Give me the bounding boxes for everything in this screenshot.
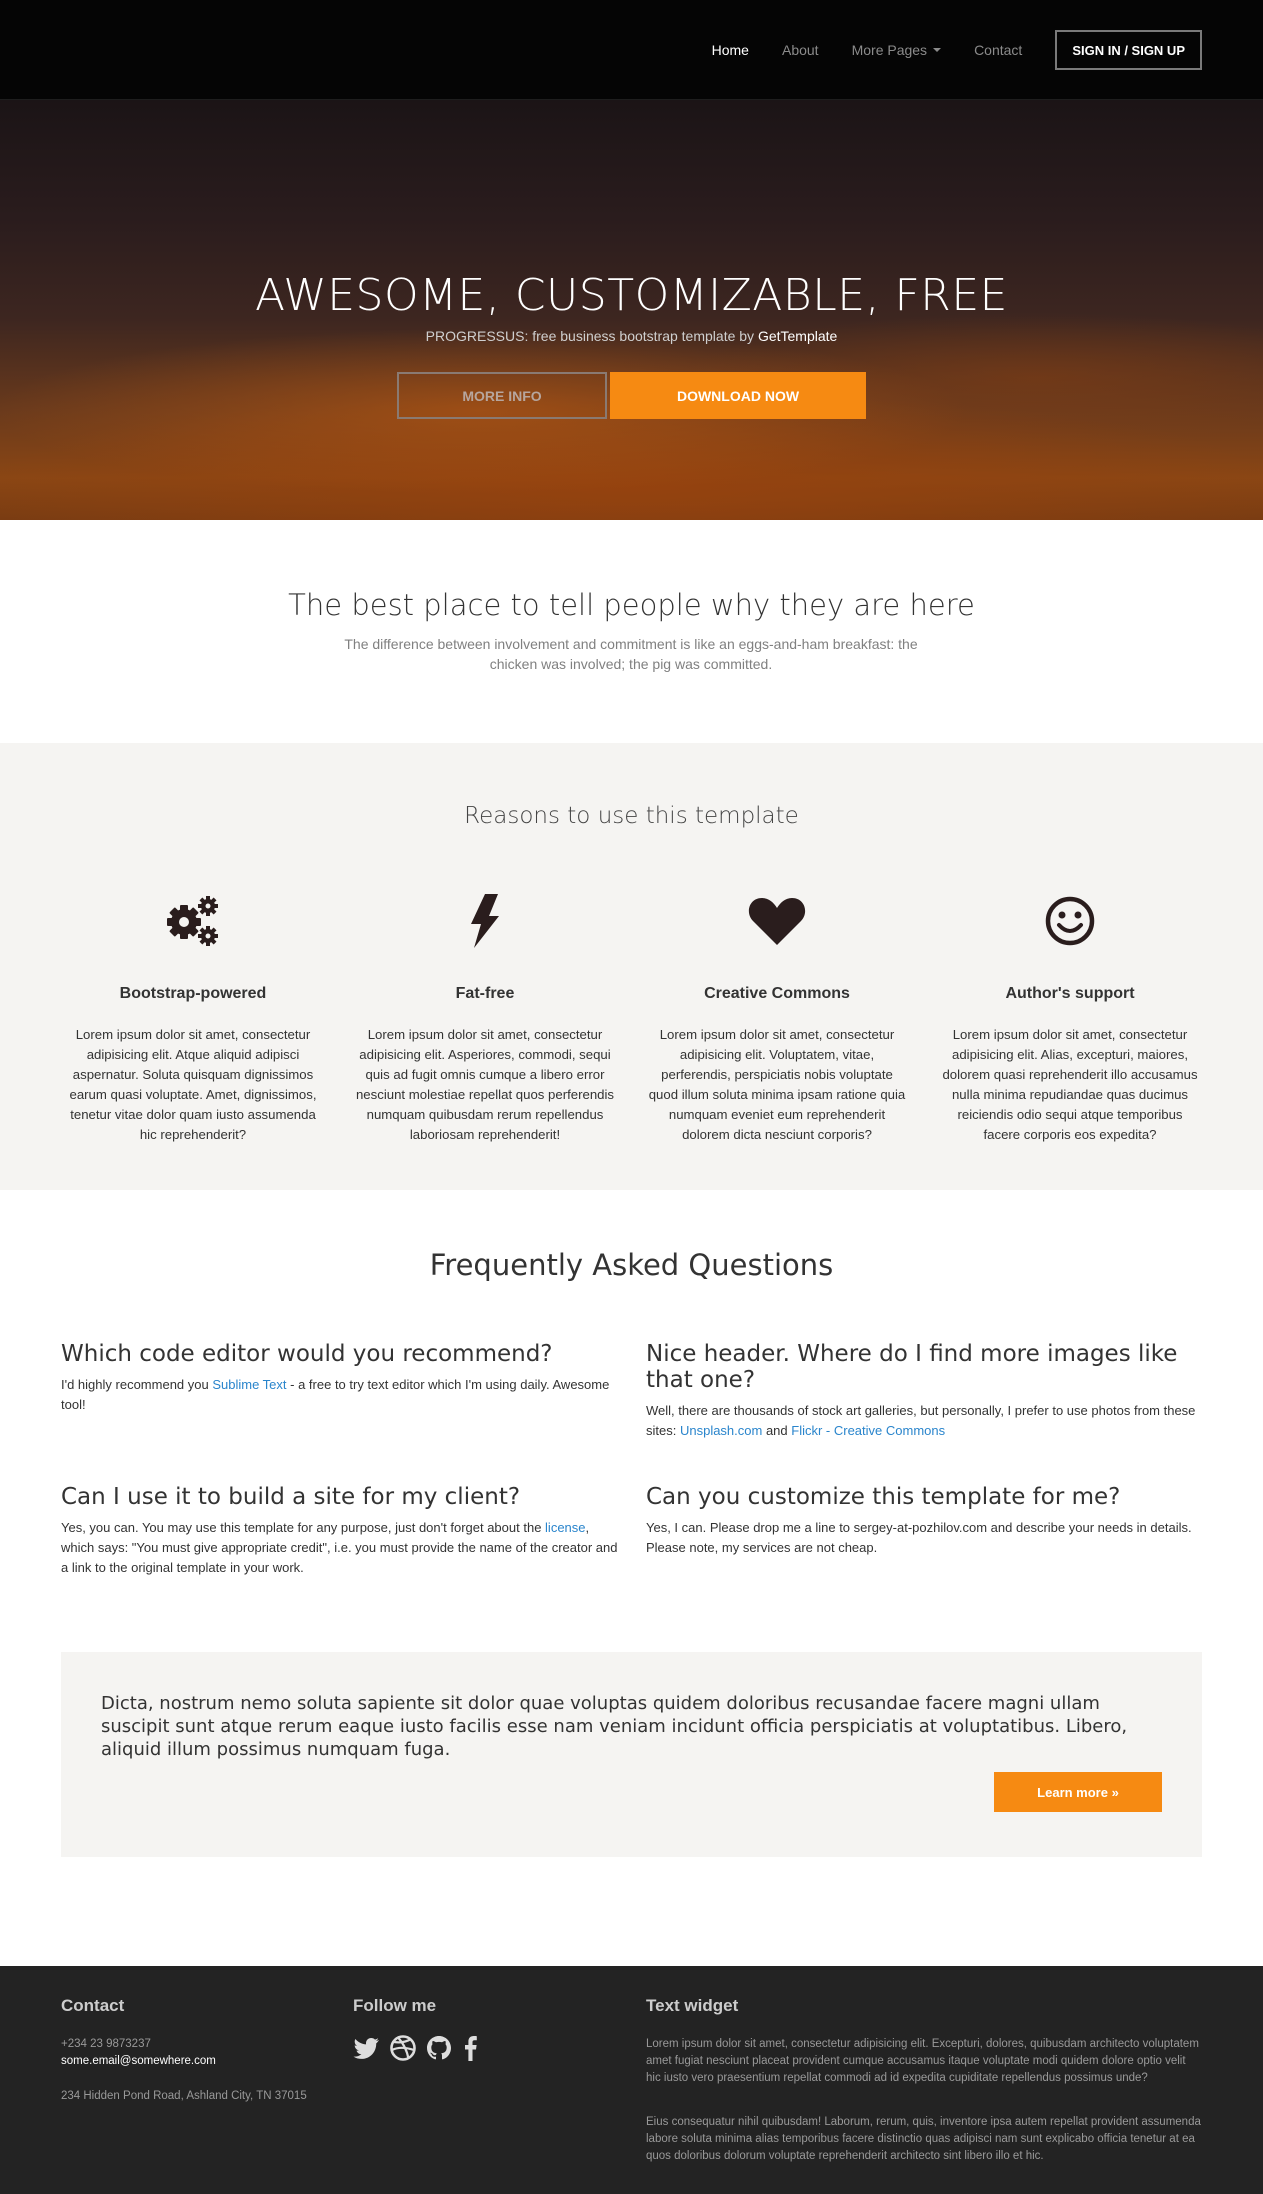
hero-title: AWESOME, CUSTOMIZABLE, FREE: [255, 270, 1008, 321]
feature-title: Creative Commons: [704, 985, 850, 1002]
faq-answer: Yes, you can. You may use this template …: [61, 1518, 621, 1578]
feature-text: Lorem ipsum dolor sit amet, consectetur …: [69, 1027, 317, 1142]
facebook-icon[interactable]: [461, 2034, 479, 2062]
footer-follow-title: Follow me: [353, 1996, 437, 2015]
download-now-button[interactable]: DOWNLOAD NOW: [610, 372, 866, 419]
hero-subtitle: PROGRESSUS: free business bootstrap temp…: [0, 328, 1263, 344]
feature-title: Author's support: [1005, 985, 1135, 1002]
reasons-section: Reasons to use this template Bootstrap-p…: [0, 743, 1263, 1190]
callout-box: Dicta, nostrum nemo soluta sapiente sit …: [61, 1652, 1202, 1857]
feature-creative-commons: Creative Commons Lorem ipsum dolor sit a…: [646, 891, 908, 1145]
reasons-title: Reasons to use this template: [464, 803, 799, 829]
faq-question: Which code editor would you recommend?: [61, 1341, 553, 1367]
more-info-button[interactable]: MORE INFO: [397, 372, 607, 419]
footer-widget-text: Lorem ipsum dolor sit amet, consectetur …: [646, 2038, 1199, 2084]
faq-answer-text: I'd highly recommend you: [61, 1377, 213, 1392]
feature-title: Bootstrap-powered: [119, 985, 267, 1002]
faq-item-header-images: Nice header. Where do I find more images…: [646, 1341, 1206, 1441]
hero-banner: AWESOME, CUSTOMIZABLE, FREE PROGRESSUS: …: [0, 100, 1263, 520]
license-link[interactable]: license: [545, 1520, 585, 1535]
gears-icon: [62, 891, 324, 951]
footer: Contact +234 23 9873237 some.email@somew…: [0, 1966, 1263, 2194]
faq-answer-text: and: [762, 1423, 792, 1438]
sign-in-button[interactable]: SIGN IN / SIGN UP: [1055, 30, 1202, 70]
sublime-text-link[interactable]: Sublime Text: [212, 1377, 286, 1392]
bolt-icon: [354, 891, 616, 951]
feature-fat-free: Fat-free Lorem ipsum dolor sit amet, con…: [354, 891, 616, 1145]
footer-widget-title: Text widget: [646, 1996, 739, 2015]
navbar: Home About More Pages Contact SIGN IN / …: [0, 0, 1263, 100]
nav-item-about[interactable]: About: [782, 42, 819, 58]
flickr-link[interactable]: Flickr - Creative Commons: [791, 1423, 945, 1438]
nav-item-home[interactable]: Home: [712, 42, 749, 58]
feature-text: Lorem ipsum dolor sit amet, consectetur …: [355, 1027, 615, 1142]
feature-bootstrap: Bootstrap-powered Lorem ipsum dolor sit …: [62, 891, 324, 1145]
faq-answer: Yes, I can. Please drop me a line to ser…: [646, 1520, 1192, 1555]
hero-subtitle-brand[interactable]: GetTemplate: [758, 328, 837, 344]
faq-answer: I'd highly recommend you Sublime Text - …: [61, 1375, 621, 1415]
feature-text: Lorem ipsum dolor sit amet, consectetur …: [648, 1027, 906, 1142]
faq-item-code-editor: Which code editor would you recommend? I…: [61, 1341, 621, 1415]
faq-question: Nice header. Where do I find more images…: [646, 1341, 1178, 1393]
feature-text: Lorem ipsum dolor sit amet, consectetur …: [942, 1027, 1198, 1142]
faq-answer-text: Yes, you can. You may use this template …: [61, 1520, 546, 1535]
nav-item-more-pages[interactable]: More Pages: [851, 42, 942, 58]
faq-item-customize: Can you customize this template for me? …: [646, 1484, 1206, 1558]
footer-email[interactable]: some.email@somewhere.com: [61, 2053, 216, 2070]
callout-text: Dicta, nostrum nemo soluta sapiente sit …: [101, 1693, 1128, 1760]
dribbble-icon[interactable]: [389, 2034, 417, 2062]
footer-phone: +234 23 9873237: [61, 2038, 151, 2050]
heart-icon: [646, 891, 908, 951]
tagline-text: The difference between involvement and c…: [344, 636, 918, 672]
footer-address: 234 Hidden Pond Road, Ashland City, TN 3…: [61, 2090, 307, 2102]
github-icon[interactable]: [425, 2034, 453, 2062]
nav-menu: Home About More Pages Contact SIGN IN / …: [712, 30, 1202, 70]
learn-more-button[interactable]: Learn more »: [994, 1772, 1162, 1812]
social-icons: [353, 2034, 479, 2062]
twitter-icon[interactable]: [353, 2034, 381, 2062]
nav-item-more-pages-label: More Pages: [851, 42, 928, 58]
smile-icon: [939, 891, 1201, 951]
faq-answer: Well, there are thousands of stock art g…: [646, 1401, 1206, 1441]
faq-question: Can you customize this template for me?: [646, 1484, 1121, 1510]
nav-item-contact[interactable]: Contact: [974, 42, 1022, 58]
faq-question: Can I use it to build a site for my clie…: [61, 1484, 521, 1510]
faq-title: Frequently Asked Questions: [429, 1248, 834, 1282]
feature-author-support: Author's support Lorem ipsum dolor sit a…: [939, 891, 1201, 1145]
footer-widget-text: Eius consequatur nihil quibusdam! Laboru…: [646, 2116, 1201, 2162]
unsplash-link[interactable]: Unsplash.com: [680, 1423, 762, 1438]
feature-title: Fat-free: [455, 985, 515, 1002]
hero-subtitle-text: PROGRESSUS: free business bootstrap temp…: [425, 328, 755, 344]
caret-down-icon: [933, 48, 942, 52]
footer-contact-title: Contact: [61, 1996, 125, 2015]
faq-item-client-site: Can I use it to build a site for my clie…: [61, 1484, 621, 1578]
tagline-title: The best place to tell people why they a…: [288, 588, 975, 622]
